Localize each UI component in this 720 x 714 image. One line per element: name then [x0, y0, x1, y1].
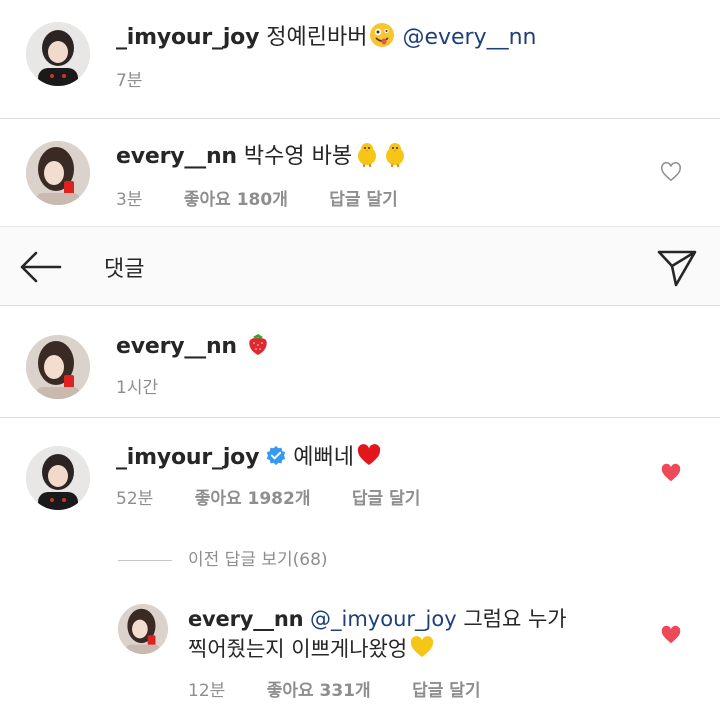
timestamp: 52분 [116, 489, 154, 509]
paper-plane-icon[interactable] [656, 247, 698, 289]
comment-text: 그럼요 누가 [463, 607, 567, 631]
heart-filled-icon[interactable] [660, 624, 682, 646]
comments-header: 댓글 [0, 226, 720, 306]
chick-emoji [382, 141, 408, 167]
comment-text: 정예린바버 [266, 25, 368, 50]
page-title: 댓글 [104, 257, 145, 282]
comment-meta: 52분 좋아요 1982개 답글 달기 [116, 484, 456, 509]
divider [118, 559, 172, 561]
comment-every-nn-top: every__nn 박수영 바봉 3분 좋아요 180개 답글 달기 [0, 119, 720, 226]
comment-meta: 7분 [116, 66, 178, 91]
like-count[interactable]: 좋아요 331개 [267, 681, 371, 701]
mention-link[interactable]: @every__nn [402, 25, 536, 50]
timestamp: 1시간 [116, 378, 159, 398]
red-heart-emoji [356, 442, 382, 468]
view-previous-replies[interactable]: 이전 답글 보기(68) [118, 545, 328, 570]
like-count[interactable]: 좋아요 180개 [184, 190, 288, 210]
avatar[interactable] [118, 604, 168, 654]
zany-face-emoji [369, 22, 395, 48]
strawberry-emoji [245, 331, 271, 357]
reply-button[interactable]: 답글 달기 [329, 190, 397, 210]
post-caption: every__nn 1시간 [0, 307, 720, 417]
avatar[interactable] [26, 446, 90, 510]
timestamp: 12분 [188, 681, 226, 701]
username-link[interactable]: every__nn [116, 144, 237, 169]
like-count[interactable]: 좋아요 1982개 [195, 489, 311, 509]
comment-line: _imyour_joy 예뻐네 [116, 442, 382, 473]
comment-meta: 12분 좋아요 331개 답글 달기 [188, 676, 517, 701]
comment-meta: 1시간 [116, 373, 194, 398]
comment-line: every__nn 박수영 바봉 [116, 141, 408, 172]
chick-emoji [354, 141, 380, 167]
comment-text: 박수영 바봉 [243, 144, 353, 169]
comment-line: every__nn @_imyour_joy 그럼요 누가 [188, 604, 567, 634]
avatar[interactable] [26, 335, 90, 399]
reply-button[interactable]: 답글 달기 [352, 489, 420, 509]
comment-imyour-joy: _imyour_joy 예뻐네 52분 좋아요 1982개 답글 달기 [0, 418, 720, 538]
username-link[interactable]: _imyour_joy [116, 25, 259, 50]
avatar[interactable] [26, 141, 90, 205]
username-link[interactable]: _imyour_joy [116, 445, 259, 470]
comment-meta: 3분 좋아요 180개 답글 달기 [116, 185, 434, 210]
yellow-heart-emoji [409, 634, 435, 660]
comment-line: every__nn [116, 331, 271, 362]
avatar[interactable] [26, 22, 90, 86]
comment-text: 찍어줬는지 이쁘게나왔엉 [188, 637, 408, 661]
comment-imyour-joy-top: _imyour_joy 정예린바버 @every__nn 7분 [0, 0, 720, 112]
timestamp: 7분 [116, 71, 143, 91]
comment-line-2: 찍어줬는지 이쁘게나왔엉 [188, 634, 435, 664]
view-replies-label[interactable]: 이전 답글 보기(68) [188, 550, 328, 570]
arrow-left-icon[interactable] [18, 249, 62, 285]
timestamp: 3분 [116, 190, 143, 210]
username-link[interactable]: every__nn [188, 607, 304, 631]
verified-badge-icon [265, 445, 287, 467]
reply-every-nn: every__nn @_imyour_joy 그럼요 누가 찍어줬는지 이쁘게나… [0, 590, 720, 714]
comment-line: _imyour_joy 정예린바버 @every__nn [116, 22, 536, 53]
heart-filled-icon[interactable] [660, 462, 682, 484]
heart-outline-icon[interactable] [660, 161, 682, 183]
reply-button[interactable]: 답글 달기 [412, 681, 480, 701]
mention-link[interactable]: @_imyour_joy [310, 607, 457, 631]
comment-text: 예뻐네 [293, 445, 354, 470]
username-link[interactable]: every__nn [116, 334, 237, 359]
